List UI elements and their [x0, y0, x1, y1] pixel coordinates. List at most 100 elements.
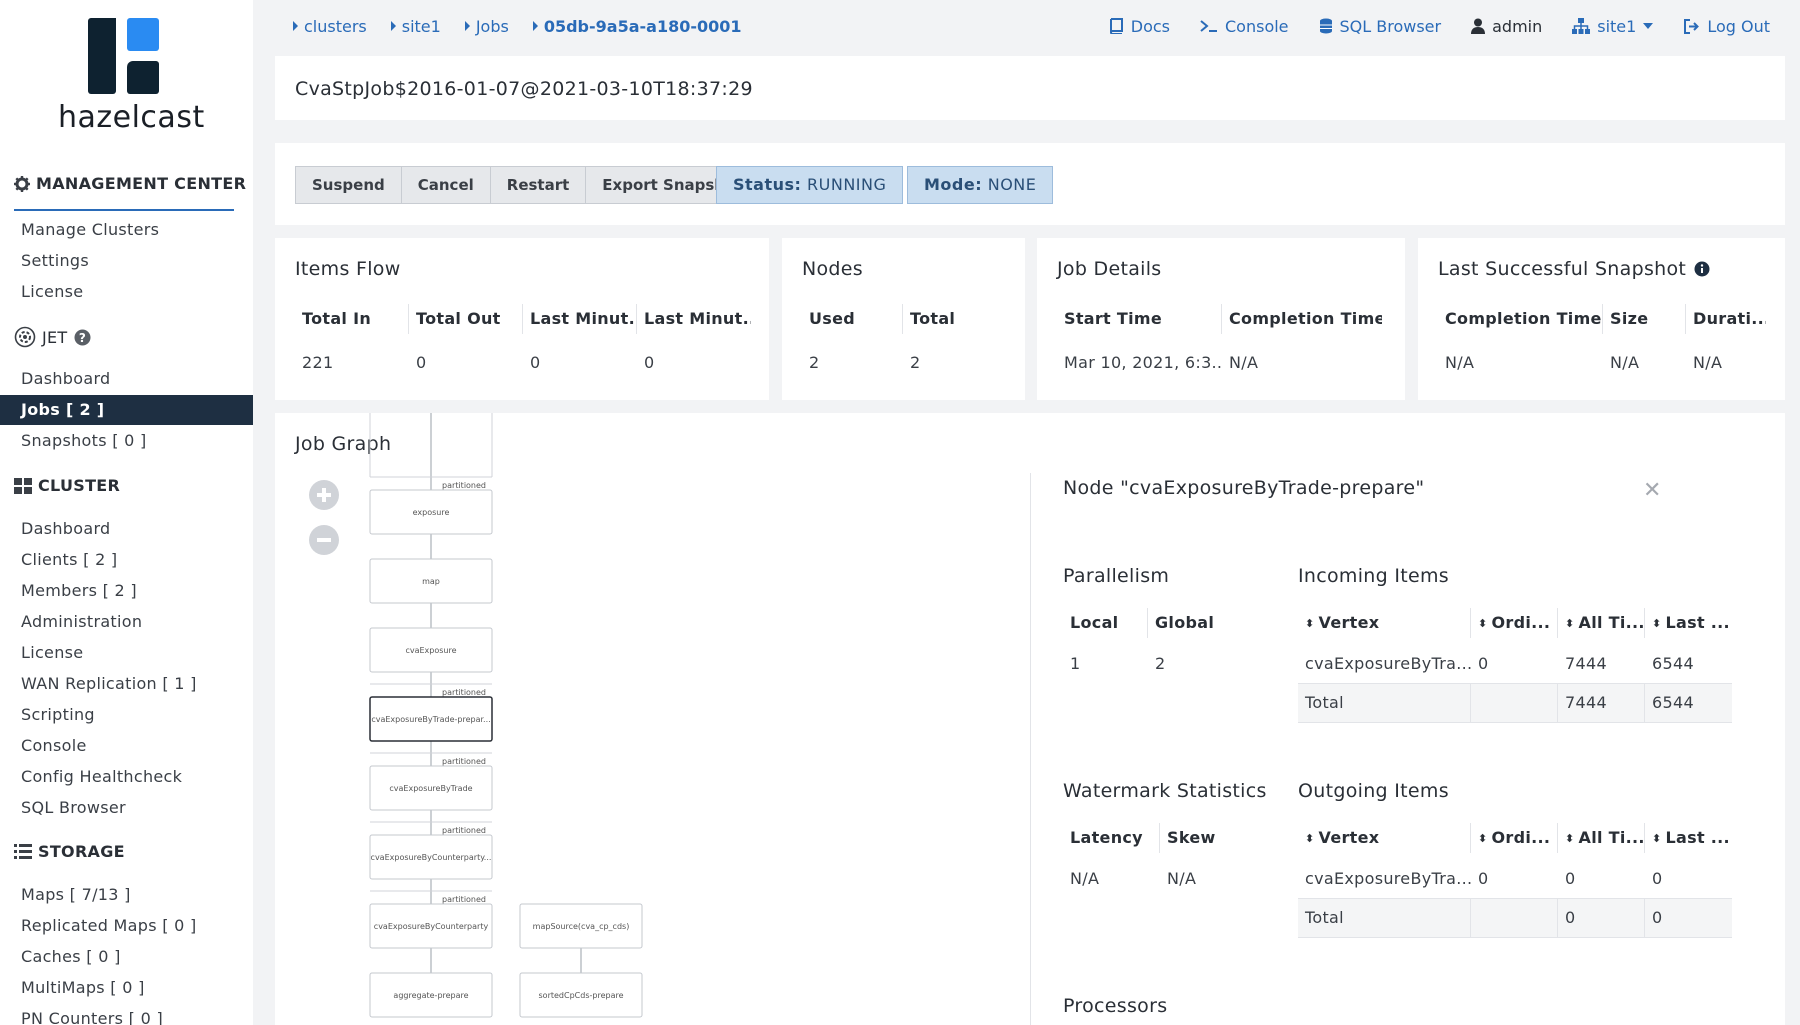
- nav-console[interactable]: Console: [0, 731, 253, 761]
- help-icon[interactable]: ?: [74, 329, 91, 346]
- column-header[interactable]: Last Minut...: [523, 304, 637, 334]
- nav-wan-replication[interactable]: WAN Replication [ 1 ]: [0, 669, 253, 699]
- table-header: ⬍ Vertex ⬍ Ordi... ⬍ All Ti... ⬍ Last ...: [1298, 603, 1732, 643]
- cluster-switcher[interactable]: site1: [1572, 17, 1654, 36]
- column-header-last[interactable]: ⬍ Last ...: [1645, 823, 1732, 853]
- column-header[interactable]: Skew: [1160, 823, 1245, 853]
- column-header-ordinal[interactable]: ⬍ Ordi...: [1471, 608, 1558, 638]
- total-row: Total 7444 6544: [1298, 683, 1732, 723]
- job-graph-canvas[interactable]: partitioned partitioned partitioned partiti…: [275, 413, 1030, 1025]
- column-header[interactable]: Total Out: [409, 304, 523, 334]
- column-header[interactable]: Completion Time: [1222, 304, 1382, 334]
- nav-manage-clusters[interactable]: Manage Clusters: [0, 215, 253, 245]
- database-icon: [1319, 18, 1332, 34]
- user-menu[interactable]: admin: [1471, 17, 1542, 36]
- nav-clients[interactable]: Clients [ 2 ]: [0, 545, 253, 575]
- table-cell: cvaExposureByTra...: [1305, 868, 1471, 888]
- nav-caches[interactable]: Caches [ 0 ]: [0, 942, 253, 972]
- column-header-ordinal[interactable]: ⬍ Ordi...: [1471, 823, 1558, 853]
- hazelcast-logo[interactable]: hazelcast: [58, 18, 204, 138]
- caret-right-icon: [464, 21, 470, 31]
- sql-browser-link[interactable]: SQL Browser: [1319, 17, 1441, 36]
- breadcrumb-clusters[interactable]: clusters: [293, 17, 367, 36]
- graph-node-label: aggregate-prepare: [393, 991, 468, 1000]
- status-value: RUNNING: [807, 175, 887, 194]
- graph-node-label: cvaExposure: [405, 646, 456, 655]
- column-header-all-time[interactable]: ⬍ All Ti...: [1558, 823, 1645, 853]
- breadcrumb-label: site1: [401, 16, 441, 36]
- column-header[interactable]: Global: [1148, 608, 1233, 638]
- logout-link[interactable]: Log Out: [1683, 17, 1770, 36]
- cancel-button[interactable]: Cancel: [401, 167, 491, 203]
- table-row: N/A N/A: [1063, 858, 1245, 898]
- logo-mark: [127, 61, 159, 94]
- column-header[interactable]: Total: [903, 304, 1004, 334]
- column-header[interactable]: Local: [1063, 608, 1148, 638]
- breadcrumb-jobs[interactable]: Jobs: [464, 16, 509, 36]
- parallelism-table: Local Global 1 2: [1063, 603, 1233, 683]
- column-header-vertex[interactable]: ⬍ Vertex: [1298, 608, 1471, 638]
- nav-multimaps[interactable]: MultiMaps [ 0 ]: [0, 973, 253, 1003]
- nav-maps[interactable]: Maps [ 7/13 ]: [0, 880, 253, 910]
- action-button-group: Suspend Cancel Restart Export Snapshot: [295, 166, 760, 204]
- table-cell: Mar 10, 2021, 6:3...: [1064, 352, 1222, 372]
- graph-edge-label: partitioned: [442, 826, 486, 835]
- nav-replicated-maps[interactable]: Replicated Maps [ 0 ]: [0, 911, 253, 941]
- breadcrumb-job-id[interactable]: 05db-9a5a-a180-0001: [532, 17, 742, 36]
- column-header[interactable]: Start Time: [1057, 304, 1222, 334]
- nav-jet-dashboard[interactable]: Dashboard: [0, 364, 253, 394]
- table-cell: N/A: [1167, 868, 1197, 888]
- column-header[interactable]: Durati...: [1686, 304, 1766, 334]
- outgoing-items-table: ⬍ Vertex ⬍ Ordi... ⬍ All Ti... ⬍ Last ... cv…: [1298, 818, 1732, 938]
- table-header: Total In Total Out Last Minut... Last Mi…: [295, 296, 751, 342]
- column-header-vertex[interactable]: ⬍ Vertex: [1298, 823, 1471, 853]
- graph-node-label: cvaExposureByTrade: [389, 784, 472, 793]
- nav-sql-browser[interactable]: SQL Browser: [0, 793, 253, 823]
- column-header-last[interactable]: ⬍ Last ...: [1645, 608, 1732, 638]
- nav-scripting[interactable]: Scripting: [0, 700, 253, 730]
- nav-mc-license[interactable]: License: [0, 277, 253, 307]
- graph-node-label: mapSource(cva_cp_cds): [533, 922, 630, 931]
- column-header[interactable]: Total In: [295, 304, 409, 334]
- suspend-button[interactable]: Suspend: [296, 167, 402, 203]
- parallelism-title: Parallelism: [1063, 565, 1170, 587]
- column-header[interactable]: Size: [1603, 304, 1686, 334]
- console-label: Console: [1225, 16, 1289, 36]
- column-header[interactable]: Last Minut...: [637, 304, 751, 334]
- jet-icon: [14, 326, 36, 348]
- nav-members[interactable]: Members [ 2 ]: [0, 576, 253, 606]
- nav-jobs[interactable]: Jobs [ 2 ]: [0, 395, 253, 425]
- close-icon[interactable]: ✕: [1643, 478, 1661, 503]
- restart-button[interactable]: Restart: [490, 167, 587, 203]
- table-row: 1 2: [1063, 643, 1233, 683]
- table-header: Completion Time Size Durati...: [1438, 296, 1766, 342]
- graph-node-label: map: [422, 577, 440, 586]
- graph-node-label: cvaExposureByTrade-prepar...: [371, 715, 490, 724]
- info-icon[interactable]: [1694, 261, 1710, 277]
- breadcrumb-site1[interactable]: site1: [390, 16, 441, 36]
- table-cell: [1471, 684, 1558, 722]
- docs-link[interactable]: Docs: [1108, 17, 1170, 36]
- table-cell: 0: [644, 352, 655, 372]
- grid-icon: [14, 477, 32, 494]
- user-label: admin: [1492, 16, 1543, 36]
- column-header-all-time[interactable]: ⬍ All Ti...: [1558, 608, 1645, 638]
- job-graph-panel: Job Graph partitioned partitioned partitio…: [275, 413, 1785, 1025]
- nav-cluster-license[interactable]: License: [0, 638, 253, 668]
- nav-pn-counters[interactable]: PN Counters [ 0 ]: [0, 1004, 253, 1025]
- nav-administration[interactable]: Administration: [0, 607, 253, 637]
- nav-config-healthcheck[interactable]: Config Healthcheck: [0, 762, 253, 792]
- column-header[interactable]: Latency: [1063, 823, 1160, 853]
- nav-cluster-dashboard[interactable]: Dashboard: [0, 514, 253, 544]
- section-management-center: MANAGEMENT CENTER: [14, 174, 246, 193]
- table-header: Local Global: [1063, 603, 1233, 643]
- column-header[interactable]: Completion Time: [1438, 304, 1603, 334]
- sort-icon: ⬍: [1478, 832, 1488, 845]
- console-link[interactable]: Console: [1200, 17, 1289, 36]
- column-header[interactable]: Used: [802, 304, 903, 334]
- panel-title: Last Successful Snapshot: [1438, 258, 1710, 280]
- nodes-panel: Nodes Used Total 2 2: [782, 238, 1025, 400]
- nav-snapshots[interactable]: Snapshots [ 0 ]: [0, 426, 253, 456]
- breadcrumb-label: Jobs: [475, 16, 509, 36]
- nav-settings[interactable]: Settings: [0, 246, 253, 276]
